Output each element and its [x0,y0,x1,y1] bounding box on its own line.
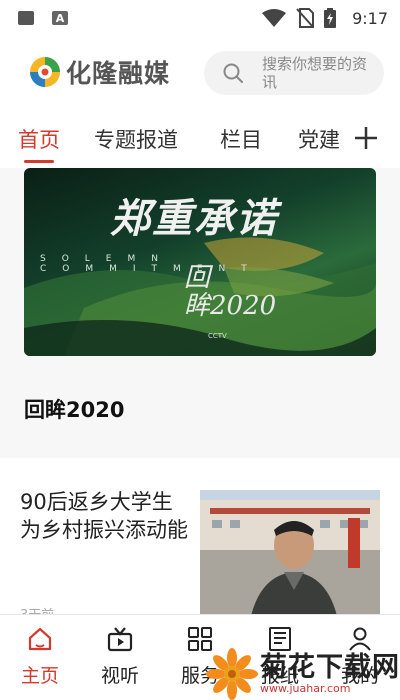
feature-card[interactable]: 郑重承诺 SOLEMN COMMITMENT 回 眸2020 CCTV 回眸20… [0,168,400,458]
chrysanthemum-logo-icon [206,648,258,700]
tab-home[interactable]: 首页 [18,124,60,154]
feature-title[interactable]: 回眸2020 [24,394,124,424]
app-header: 化隆融媒 搜索你想要的资讯 [0,40,400,106]
tab-special-reports[interactable]: 专题报道 [94,124,178,154]
notification-icon [18,11,34,25]
logo-icon [30,57,60,87]
nav-home[interactable]: 主页 [10,625,70,688]
video-icon [107,627,133,652]
wifi-icon [262,9,287,27]
feature-image-title: 郑重承诺 [110,195,278,242]
news-title[interactable]: 90后返乡大学生为乡村振兴添动能 [20,488,192,544]
no-sim-icon [296,8,315,28]
feature-image-year: 回 眸2020 [184,263,277,321]
site-watermark: 菊花下载网 www.juahar.com [206,648,400,700]
tab-columns[interactable]: 栏目 [220,124,262,154]
active-tab-indicator [24,160,54,163]
watermark-url: www.juahar.com [260,682,351,695]
tab-party-building[interactable]: 党建 [298,124,340,154]
add-tab-icon[interactable] [352,124,380,152]
cctv-logo: CCTV [208,332,227,340]
status-bar: A 9:17 [0,0,400,36]
nav-video[interactable]: 视听 [90,625,150,688]
feature-image[interactable]: 郑重承诺 SOLEMN COMMITMENT 回 眸2020 CCTV [24,168,376,356]
home-icon [28,627,52,651]
search-input[interactable]: 搜索你想要的资讯 [204,51,384,95]
news-list-item[interactable]: 90后返乡大学生为乡村振兴添动能 3天前 [0,466,400,626]
clock: 9:17 [352,8,388,28]
search-placeholder: 搜索你想要的资讯 [262,55,368,91]
app-name: 化隆融媒 [66,59,171,88]
watermark-title: 菊花下载网 [260,652,400,683]
battery-icon [324,8,337,28]
news-thumbnail[interactable] [200,490,380,620]
font-icon: A [52,11,68,25]
app-logo: 化隆融媒 [28,54,170,90]
search-icon [223,63,243,83]
news-photo [200,490,380,620]
category-tabs: 首页 专题报道 栏目 党建 [0,110,400,168]
